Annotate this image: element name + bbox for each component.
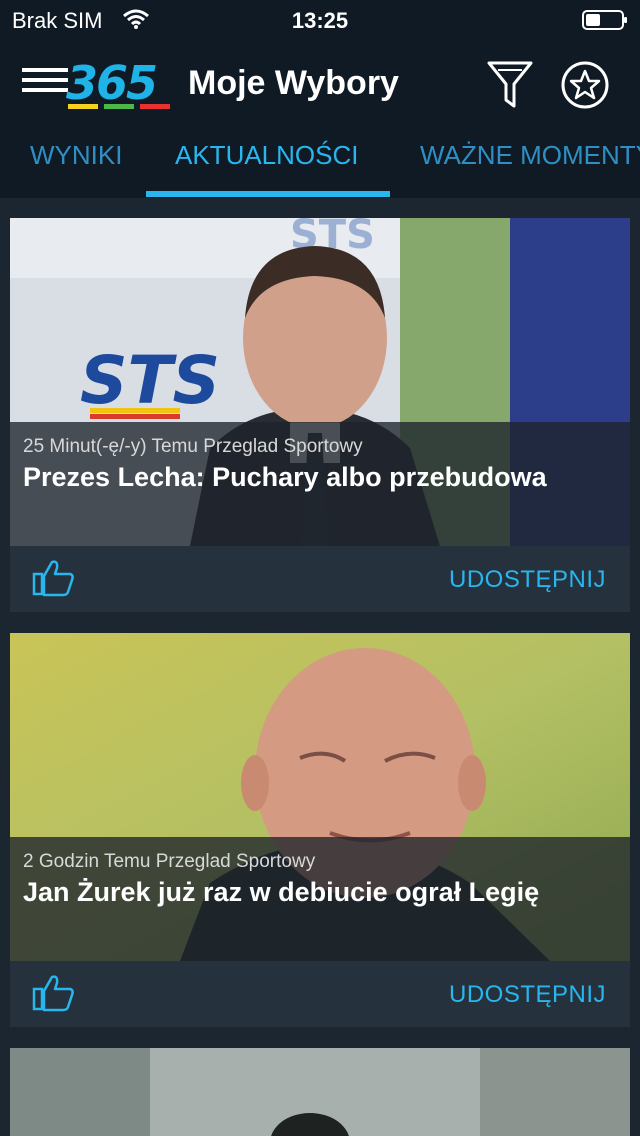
tab-wyniki[interactable]: WYNIKI <box>30 140 122 171</box>
svg-text:STS: STS <box>80 342 220 419</box>
news-photo[interactable]: STS STS 25 Minut(-ę/-y) Temu Przeglad Sp… <box>10 218 630 546</box>
article-headline[interactable]: Prezes Lecha: Puchary albo przebudowa <box>23 462 547 493</box>
news-photo[interactable] <box>10 1048 630 1136</box>
card-footer: UDOSTĘPNIJ <box>10 961 630 1027</box>
news-card[interactable]: STS STS 25 Minut(-ę/-y) Temu Przeglad Sp… <box>10 218 630 612</box>
filter-icon[interactable] <box>486 60 534 110</box>
headline-overlay: 25 Minut(-ę/-y) Temu Przeglad Sportowy P… <box>10 422 630 546</box>
article-meta: 25 Minut(-ę/-y) Temu Przeglad Sportowy <box>23 436 363 457</box>
logo-color-bars <box>68 104 170 109</box>
headline-overlay: 2 Godzin Temu Przeglad Sportowy Jan Żure… <box>10 837 630 961</box>
article-meta: 2 Godzin Temu Przeglad Sportowy <box>23 851 316 872</box>
app-logo: 365 <box>66 60 170 110</box>
tab-aktualnosci[interactable]: AKTUALNOŚCI <box>175 140 359 171</box>
news-card[interactable]: 2 Godzin Temu Przeglad Sportowy Jan Żure… <box>10 633 630 1027</box>
news-photo[interactable]: 2 Godzin Temu Przeglad Sportowy Jan Żure… <box>10 633 630 961</box>
clock: 13:25 <box>291 8 349 33</box>
tab-bar: WYNIKI AKTUALNOŚCI WAŻNE MOMENTY <box>0 130 640 198</box>
hamburger-menu-icon[interactable] <box>22 66 68 100</box>
news-card[interactable] <box>10 1048 630 1136</box>
app-header: 365 Moje Wybory <box>0 40 640 130</box>
card-footer: UDOSTĘPNIJ <box>10 546 630 612</box>
tab-wazne-momenty[interactable]: WAŻNE MOMENTY <box>420 140 640 171</box>
logo-text: 365 <box>66 56 158 110</box>
article-headline[interactable]: Jan Żurek już raz w debiucie ograł Legię <box>23 877 539 908</box>
share-button[interactable]: UDOSTĘPNIJ <box>449 566 606 594</box>
status-bar: Brak SIM 13:25 <box>0 0 640 40</box>
active-tab-indicator <box>146 191 390 197</box>
thumbs-up-icon[interactable] <box>32 558 76 598</box>
battery-icon <box>582 10 627 30</box>
favorites-star-icon[interactable] <box>560 60 610 110</box>
page-title: Moje Wybory <box>188 64 399 102</box>
share-button[interactable]: UDOSTĘPNIJ <box>449 981 606 1009</box>
thumbs-up-icon[interactable] <box>32 973 76 1013</box>
